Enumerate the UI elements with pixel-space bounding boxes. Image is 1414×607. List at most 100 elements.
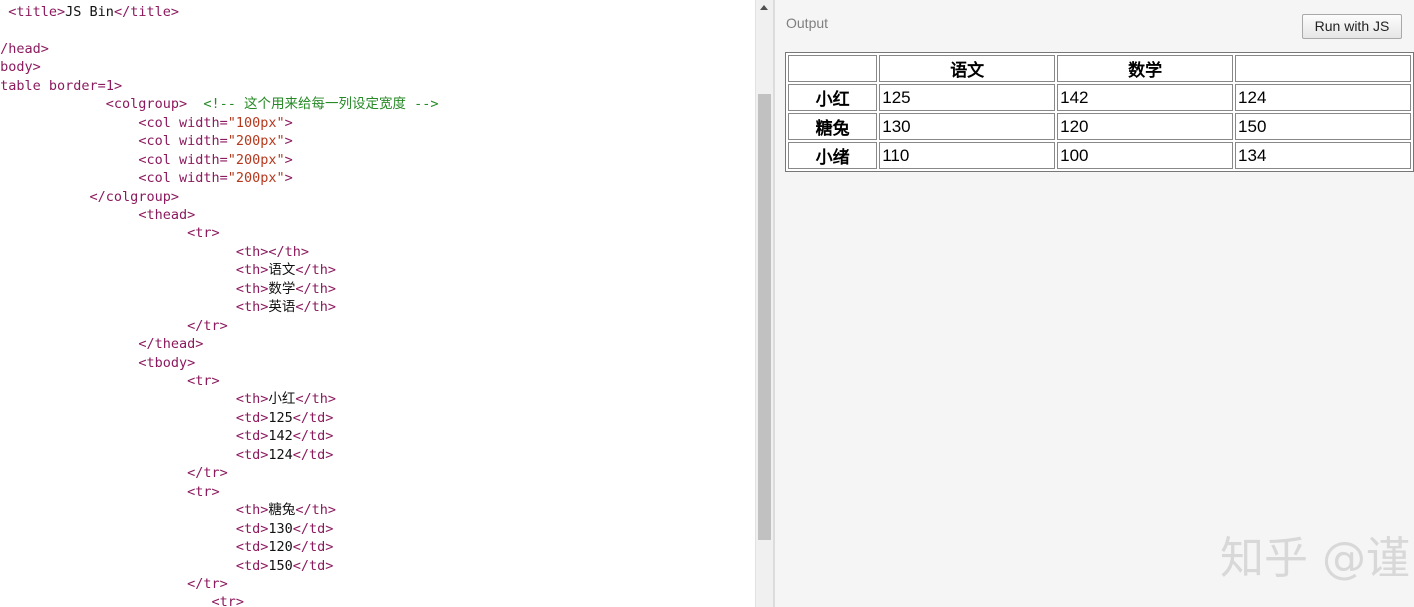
code-token: "100px" [227,114,285,131]
code-line[interactable]: <td>142</td> [0,427,334,445]
code-line[interactable]: <col width="200px"> [0,169,293,187]
code-token: </th> [295,280,336,297]
code-line[interactable]: <th>小红</th> [0,390,336,408]
code-token: <tbody> [138,354,196,371]
table-header-cell: 语文 [879,55,1056,82]
code-line[interactable]: </tr> [0,575,228,593]
code-token: <body> [0,59,41,76]
code-token: <td> [235,428,269,445]
scroll-up-arrow-icon[interactable] [760,5,768,10]
table-cell: 130 [879,113,1056,140]
table-row: 糖兔 130 120 150 [788,113,1411,140]
code-line[interactable]: <td>150</td> [0,557,334,575]
code-token: </thead> [138,336,204,353]
code-token: 糖兔 [268,502,296,519]
code-token: 小红 [268,391,296,408]
code-line[interactable]: <col width="100px"> [0,114,293,132]
code-token: "200px" [227,170,285,187]
code-token: 124 [268,446,293,463]
table-cell: 100 [1057,142,1234,169]
table-cell: 150 [1235,113,1411,140]
code-token: 150 [268,557,293,574]
output-label: Output [786,15,829,31]
code-line[interactable]: </colgroup> [0,188,179,206]
code-token: <td> [235,409,269,426]
table-header-cell: 数学 [1057,55,1234,82]
code-token: "200px" [227,133,285,150]
code-token: > [284,170,293,187]
code-token: <table [0,77,41,94]
code-token: </td> [292,539,334,556]
code-token: <colgroup> [105,96,188,113]
scroll-thumb[interactable] [758,94,771,540]
code-token: <th> [235,280,269,297]
code-line[interactable]: <tr> [0,372,220,390]
code-line[interactable]: <td>125</td> [0,409,334,427]
code-editor[interactable]: <title>JS Bin</title> </head> <body><table… [0,0,755,607]
editor-scrollbar[interactable] [755,0,773,607]
code-token: </th> [295,262,336,279]
code-token: > [284,114,293,131]
code-line[interactable]: <td>124</td> [0,446,334,464]
code-token: <td> [235,539,269,556]
code-token: </colgroup> [89,188,179,205]
table-row: 小绪 110 100 134 [788,142,1411,169]
code-token: 130 [268,520,293,537]
code-token: 120 [268,539,293,556]
code-token: </td> [292,557,334,574]
code-line[interactable]: <thead> [0,206,195,224]
code-token: <col [138,133,179,150]
code-token: </td> [292,446,334,463]
code-line[interactable]: <body> [0,58,41,76]
code-line[interactable]: <title>JS Bin</title> [0,3,179,21]
code-token: > [284,133,293,150]
table-cell: 134 [1235,142,1411,169]
code-token: </tr> [187,317,228,334]
code-token: width= [178,133,228,150]
code-token: </head> [0,40,49,57]
code-token: <th></th> [235,243,309,260]
code-line[interactable]: </thead> [0,335,203,353]
code-token: 数学 [268,280,296,297]
code-line[interactable]: <colgroup> <!-- 这个用来给每一列设定宽度 --> [0,95,439,113]
code-line[interactable]: <th>语文</th> [0,261,336,279]
code-line[interactable]: <table border=1> [0,77,122,95]
code-token: 125 [268,409,293,426]
code-line[interactable]: <td>120</td> [0,538,334,556]
result-table: 语文 数学 小红 125 142 124 糖兔 130 120 150 小绪 1… [785,52,1414,172]
code-line[interactable]: <th>英语</th> [0,298,336,316]
code-token: <!-- 这个用来给每一列设定宽度 --> [187,96,439,113]
table-cell: 142 [1057,84,1234,111]
table-cell: 120 [1057,113,1234,140]
code-token: <thead> [138,206,196,223]
code-token: width= [178,170,228,187]
code-token: 语文 [268,262,296,279]
code-token: 英语 [268,299,296,316]
code-line[interactable]: <th>糖兔</th> [0,501,336,519]
code-line[interactable]: <td>130</td> [0,520,334,538]
code-line[interactable]: </tr> [0,464,228,482]
code-token: "200px" [227,151,285,168]
code-line[interactable]: <col width="200px"> [0,151,292,169]
row-name-cell: 小红 [788,84,878,111]
code-line[interactable]: </tr> [0,317,228,335]
watermark-text: 知乎 @谨 [1220,533,1410,584]
code-token: <tr> [211,594,244,607]
code-line[interactable]: <tr> [0,593,244,607]
code-line[interactable]: <th></th> [0,243,309,261]
code-line[interactable]: <tbody> [0,354,195,372]
code-line[interactable]: </head> [0,40,49,58]
code-line[interactable]: <tr> [0,483,220,501]
code-token: <th> [235,262,269,279]
code-token: width= [178,114,228,131]
run-with-js-button[interactable]: Run with JS [1302,14,1402,39]
code-token: </title> [113,4,179,20]
code-token: <col [138,114,179,131]
code-token: <col [138,170,179,187]
code-line[interactable]: <col width="200px"> [0,132,293,150]
code-token: </th> [295,391,336,408]
code-line[interactable]: <tr> [0,224,220,242]
code-line[interactable]: <th>数学</th> [0,280,336,298]
code-token: </td> [292,409,334,426]
code-token: 1 [105,77,114,94]
